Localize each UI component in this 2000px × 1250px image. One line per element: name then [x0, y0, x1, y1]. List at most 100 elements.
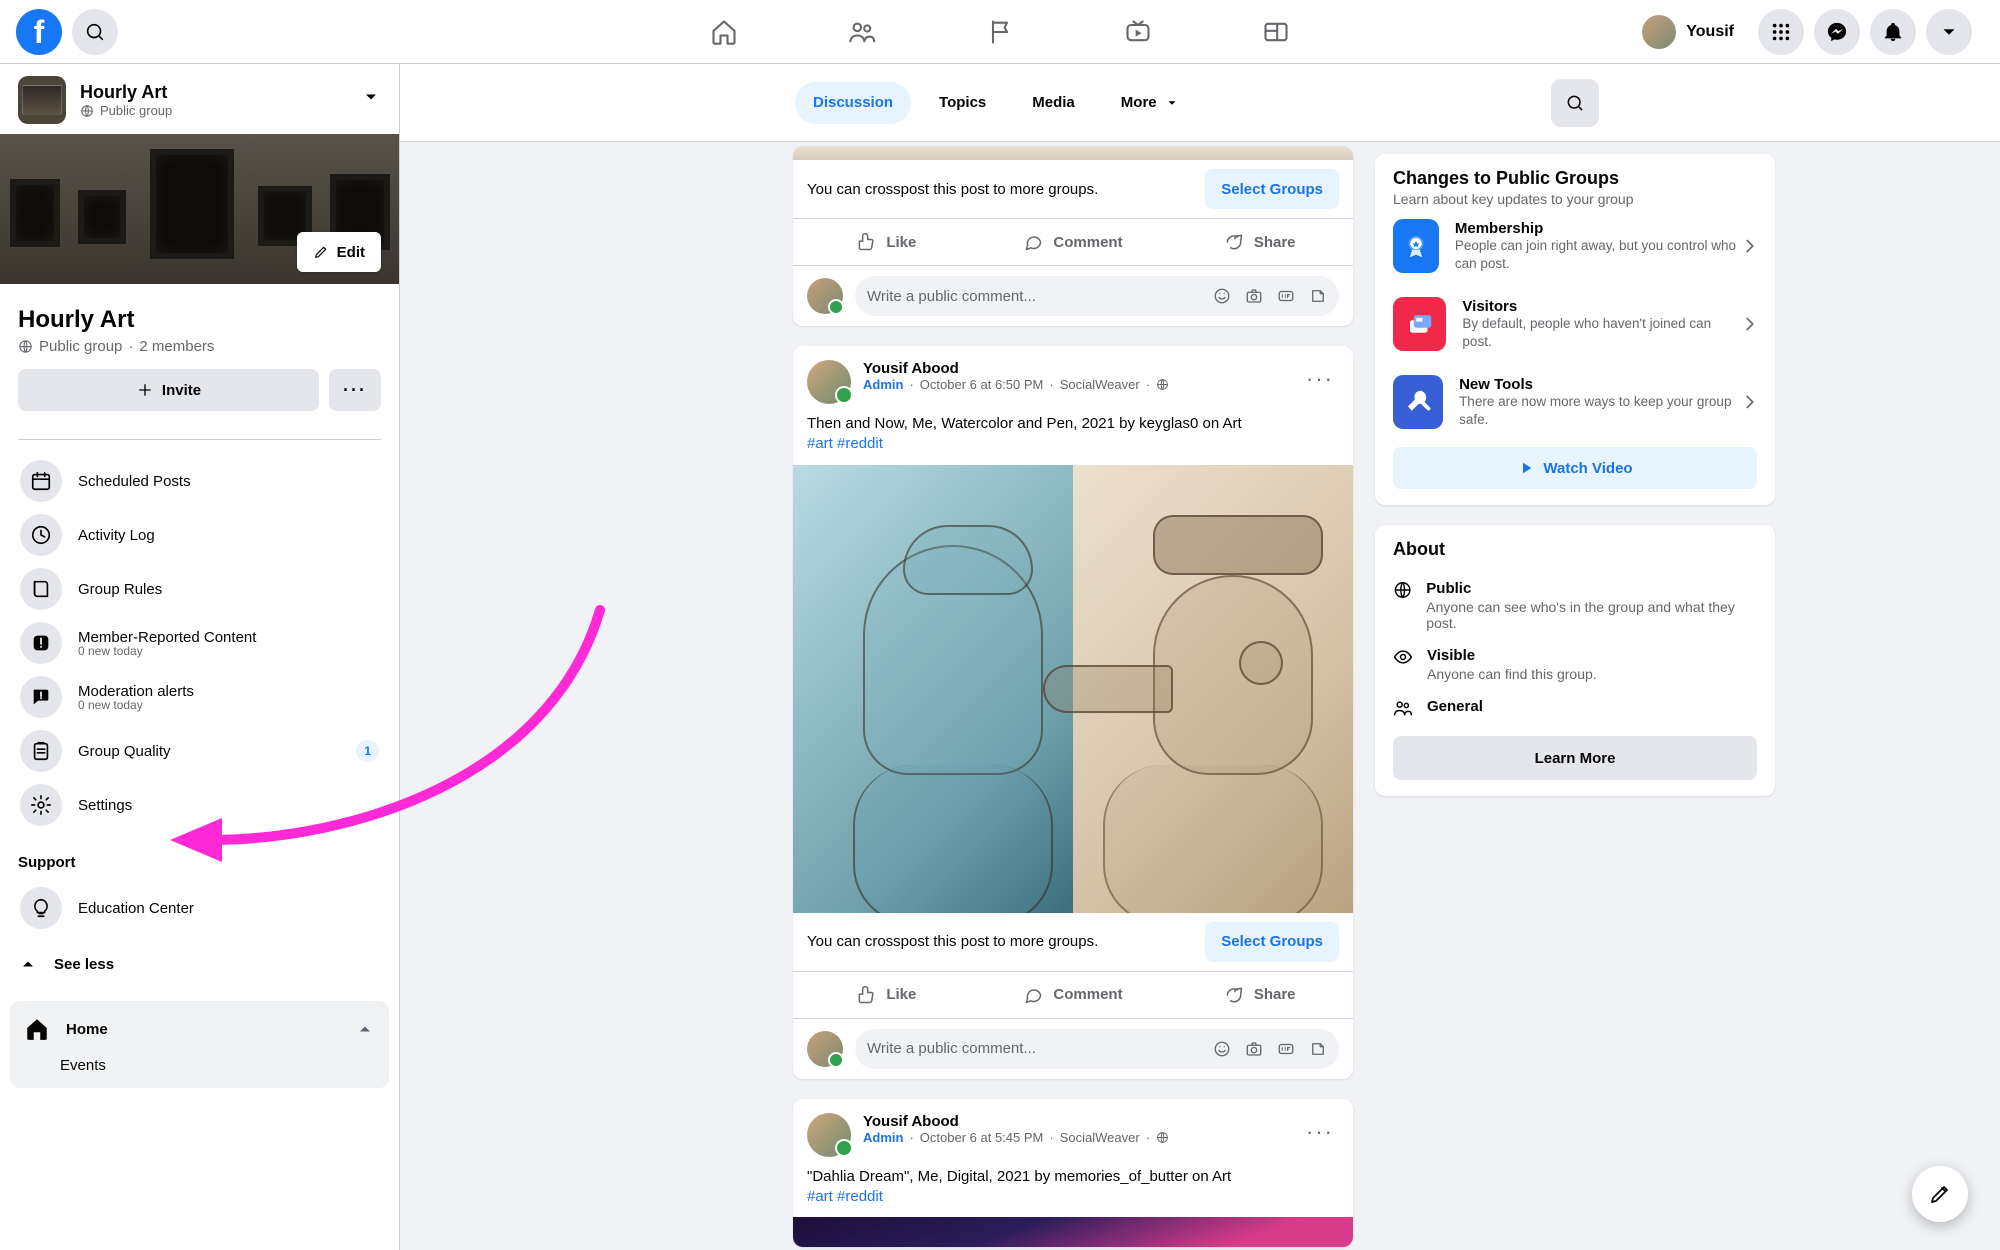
facebook-logo[interactable]: f — [16, 9, 62, 55]
comment-button[interactable]: Comment — [980, 219, 1167, 265]
globe-icon — [80, 104, 94, 118]
nav-watch[interactable] — [1073, 4, 1203, 60]
sidebar-item-member-reported[interactable]: Member-Reported Content0 new today — [10, 616, 389, 670]
sidebar-item-scheduled-posts[interactable]: Scheduled Posts — [10, 454, 389, 508]
chevron-right-icon — [1739, 313, 1761, 335]
post-via[interactable]: SocialWeaver — [1060, 1130, 1140, 1145]
changes-card: Changes to Public Groups Learn about key… — [1375, 154, 1775, 505]
groups-icon — [1262, 18, 1290, 46]
comment-input[interactable]: Write a public comment... — [855, 276, 1339, 316]
sidebar-item-settings[interactable]: Settings — [10, 778, 389, 832]
post-avatar[interactable] — [807, 360, 851, 404]
sidebar-badge: 1 — [356, 740, 379, 762]
search-icon — [1565, 93, 1585, 113]
crosspost-text: You can crosspost this post to more grou… — [807, 181, 1098, 198]
post-via[interactable]: SocialWeaver — [1060, 377, 1140, 392]
post-author[interactable]: Yousif Abood — [863, 1113, 1289, 1130]
post-menu-button[interactable]: ··· — [1301, 1113, 1339, 1151]
post-time[interactable]: October 6 at 5:45 PM — [920, 1130, 1044, 1145]
friends-icon — [848, 18, 876, 46]
nav-groups[interactable] — [1211, 4, 1341, 60]
sidebar-item-label: Group Quality — [78, 743, 171, 760]
like-button[interactable]: Like — [793, 219, 980, 265]
changes-item-new-tools[interactable]: New ToolsThere are now more ways to keep… — [1393, 363, 1757, 441]
post-time[interactable]: October 6 at 6:50 PM — [920, 377, 1044, 392]
edit-cover-button[interactable]: Edit — [297, 232, 381, 272]
like-button[interactable]: Like — [793, 972, 980, 1018]
hashtag[interactable]: #reddit — [837, 1188, 883, 1205]
emoji-icon[interactable] — [1213, 287, 1231, 305]
camera-icon[interactable] — [1245, 1040, 1263, 1058]
comment-button[interactable]: Comment — [980, 972, 1167, 1018]
avatar — [807, 278, 843, 314]
sidebar-section-support: Support — [0, 836, 399, 877]
sidebar-item-education-center[interactable]: Education Center — [10, 881, 389, 935]
emoji-icon[interactable] — [1213, 1040, 1231, 1058]
watch-video-button[interactable]: Watch Video — [1393, 447, 1757, 489]
sidebar-item-activity-log[interactable]: Activity Log — [10, 508, 389, 562]
like-icon — [856, 232, 876, 252]
feed-post: You can crosspost this post to more grou… — [793, 146, 1353, 326]
tab-media[interactable]: Media — [1014, 82, 1093, 124]
comment-icon — [1023, 985, 1043, 1005]
bell-icon — [1882, 21, 1904, 43]
changes-item-visitors[interactable]: VisitorsBy default, people who haven't j… — [1393, 285, 1757, 363]
sidebar-item-moderation-alerts[interactable]: Moderation alerts0 new today — [10, 670, 389, 724]
nav-friends[interactable] — [797, 4, 927, 60]
hashtag[interactable]: #art — [807, 435, 833, 452]
sidebar-group-switcher[interactable]: Hourly Art Public group — [0, 64, 399, 134]
sidebar-title: Hourly Art — [80, 82, 172, 103]
globe-icon — [1156, 1131, 1169, 1144]
tab-topics[interactable]: Topics — [921, 82, 1004, 124]
camera-icon[interactable] — [1245, 287, 1263, 305]
share-button[interactable]: Share — [1166, 219, 1353, 265]
sidebar-events-link[interactable]: Events — [10, 1057, 389, 1088]
nav-pages[interactable] — [935, 4, 1065, 60]
share-icon — [1224, 232, 1244, 252]
hashtag[interactable]: #art — [807, 1188, 833, 1205]
sticker-icon[interactable] — [1309, 1040, 1327, 1058]
gif-icon[interactable] — [1277, 287, 1295, 305]
account-menu-button[interactable] — [1926, 9, 1972, 55]
gif-icon[interactable] — [1277, 1040, 1295, 1058]
changes-item-membership[interactable]: MembershipPeople can join right away, bu… — [1393, 207, 1757, 285]
sidebar-item-label: Settings — [78, 797, 132, 814]
sidebar-item-group-quality[interactable]: Group Quality 1 — [10, 724, 389, 778]
group-search-button[interactable] — [1551, 79, 1599, 127]
menu-grid-button[interactable] — [1758, 9, 1804, 55]
share-button[interactable]: Share — [1166, 972, 1353, 1018]
card-subtitle: Learn about key updates to your group — [1393, 191, 1757, 207]
globe-icon — [1156, 378, 1169, 391]
see-less-toggle[interactable]: See less — [0, 939, 399, 989]
sidebar-home-link[interactable]: Home — [10, 1001, 389, 1057]
comment-input[interactable]: Write a public comment... — [855, 1029, 1339, 1069]
learn-more-button[interactable]: Learn More — [1393, 736, 1757, 780]
home-icon — [24, 1016, 50, 1042]
post-image[interactable] — [793, 1217, 1353, 1247]
select-groups-button[interactable]: Select Groups — [1205, 922, 1339, 962]
card-title: Changes to Public Groups — [1393, 168, 1757, 189]
post-avatar[interactable] — [807, 1113, 851, 1157]
hashtag[interactable]: #reddit — [837, 435, 883, 452]
messenger-button[interactable] — [1814, 9, 1860, 55]
invite-button[interactable]: Invite — [18, 369, 319, 411]
profile-chip[interactable]: Yousif — [1636, 9, 1748, 55]
post-author[interactable]: Yousif Abood — [863, 360, 1289, 377]
search-button[interactable] — [72, 9, 118, 55]
comment-icon — [1023, 232, 1043, 252]
compose-fab[interactable] — [1912, 1166, 1968, 1222]
flag-icon — [986, 18, 1014, 46]
tab-discussion[interactable]: Discussion — [795, 82, 911, 124]
post-image[interactable] — [793, 465, 1353, 913]
select-groups-button[interactable]: Select Groups — [1205, 169, 1339, 209]
sidebar-item-group-rules[interactable]: Group Rules — [10, 562, 389, 616]
plus-icon — [136, 381, 154, 399]
post-menu-button[interactable]: ··· — [1301, 360, 1339, 398]
tab-more[interactable]: More — [1103, 82, 1197, 124]
sticker-icon[interactable] — [1309, 287, 1327, 305]
nav-home[interactable] — [659, 4, 789, 60]
chevron-up-icon — [18, 954, 38, 974]
notifications-button[interactable] — [1870, 9, 1916, 55]
sidebar-more-button[interactable]: ··· — [329, 369, 381, 411]
pencil-icon — [313, 244, 329, 260]
